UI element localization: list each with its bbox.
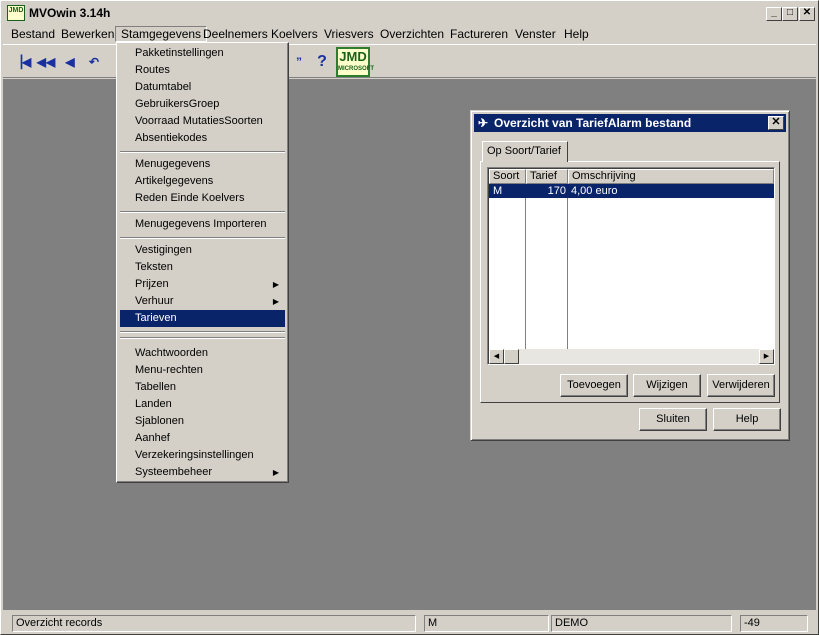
menu-separator [120,237,285,239]
delete-button[interactable]: Verwijderen [707,374,775,397]
menu-item-prijzen-label: Prijzen [135,278,169,290]
quote-icon[interactable]: ” [288,51,310,73]
menu-item-prijzen[interactable]: Prijzen ▶ [120,276,285,293]
first-record-icon[interactable]: ▕◀ [11,51,33,73]
menu-item-reden-einde-koelvers[interactable]: Reden Einde Koelvers [120,190,285,207]
jmd-logo[interactable]: JMD MICROSOFT [336,47,374,77]
fast-back-icon[interactable]: ◀◀ [35,51,57,73]
app-window: JMD MVOwin 3.14h _ □ ✕ Bestand Bewerken … [0,0,819,635]
table-row[interactable]: M 170 4,00 euro [489,184,774,198]
menu-item-pakketinstellingen[interactable]: Pakketinstellingen [120,45,285,62]
jmd-logo-text: JMD [339,49,367,64]
menu-item-landen[interactable]: Landen [120,396,285,413]
menu-item-menugegevens-importeren[interactable]: Menugegevens Importeren [120,216,285,233]
title-bar: JMD MVOwin 3.14h _ □ ✕ [3,3,816,23]
menu-bar: Bestand Bewerken Stamgegevens Deelnemers… [3,24,816,43]
column-divider [525,198,526,350]
menu-koelvers[interactable]: Koelvers [265,26,324,42]
app-icon-text: JMD [8,7,24,14]
tariefalarm-dialog: ✈ Overzicht van TariefAlarm bestand ✕ Op… [470,110,790,441]
horizontal-scrollbar[interactable]: ◀ ▶ [489,349,774,364]
status-pane-database: DEMO [551,615,732,632]
scroll-right-icon[interactable]: ▶ [759,349,774,364]
stamgegevens-dropdown: Pakketinstellingen Routes Datumtabel Geb… [116,42,289,483]
undo-icon[interactable]: ↶ [83,51,105,73]
maximize-button[interactable]: □ [782,7,798,21]
status-pane-mode: M [424,615,549,632]
dialog-close-icon[interactable]: ✕ [768,116,784,130]
edit-button[interactable]: Wijzigen [633,374,701,397]
menu-item-verhuur-label: Verhuur [135,295,174,307]
tab-panel: Soort Tarief Omschrijving M 170 4,00 eur… [480,161,780,403]
menu-item-menugegevens[interactable]: Menugegevens [120,156,285,173]
menu-separator [120,331,285,333]
jmd-logo-subtext: MICROSOFT [338,66,374,72]
status-message: Overzicht records [12,615,416,632]
menu-venster[interactable]: Venster [509,26,562,42]
menu-item-wachtwoorden[interactable]: Wachtwoorden [120,345,285,362]
menu-item-artikelgegevens[interactable]: Artikelgegevens [120,173,285,190]
menu-item-verhuur[interactable]: Verhuur ▶ [120,293,285,310]
submenu-arrow-icon: ▶ [272,468,279,477]
add-button[interactable]: Toevoegen [560,374,628,397]
menu-item-verzekeringsinstellingen[interactable]: Verzekeringsinstellingen [120,447,285,464]
menu-bewerken[interactable]: Bewerken [55,26,120,42]
menu-separator [120,151,285,153]
scroll-left-icon[interactable]: ◀ [489,349,504,364]
menu-item-vestigingen[interactable]: Vestigingen [120,242,285,259]
menu-item-gebruikersgroep[interactable]: GebruikersGroep [120,96,285,113]
close-button[interactable]: ✕ [799,7,815,21]
cell-tarief: 170 [547,185,566,197]
menu-help[interactable]: Help [558,26,595,42]
menu-stamgegevens[interactable]: Stamgegevens [115,26,208,42]
scroll-thumb[interactable] [504,349,519,364]
dialog-runner-icon: ✈ [478,116,489,130]
menu-item-aanhef[interactable]: Aanhef [120,430,285,447]
column-divider [567,198,568,350]
help-icon[interactable]: ? [311,51,333,73]
menu-separator [120,211,285,213]
menu-deelnemers[interactable]: Deelnemers [197,26,274,42]
app-logo-icon: JMD [7,5,25,21]
minimize-button[interactable]: _ [766,7,782,21]
submenu-arrow-icon: ▶ [272,297,279,306]
menu-item-sjablonen[interactable]: Sjablonen [120,413,285,430]
menu-item-routes[interactable]: Routes [120,62,285,79]
menu-item-datumtabel[interactable]: Datumtabel [120,79,285,96]
cell-soort: M [493,185,503,197]
menu-separator [120,337,285,339]
app-title: MVOwin 3.14h [29,6,111,20]
menu-item-systeembeheer[interactable]: Systeembeheer ▶ [120,464,285,481]
column-header-tarief[interactable]: Tarief [526,169,568,184]
menu-factureren[interactable]: Factureren [444,26,514,42]
menu-bestand[interactable]: Bestand [5,26,61,42]
status-bar: Overzicht records M DEMO -49 [3,613,816,633]
menu-item-systeembeheer-label: Systeembeheer [135,466,213,478]
status-pane-value: -49 [740,615,808,632]
menu-overzichten[interactable]: Overzichten [374,26,450,42]
records-grid[interactable]: Soort Tarief Omschrijving M 170 4,00 eur… [487,167,775,365]
menu-vriesvers[interactable]: Vriesvers [318,26,380,42]
menu-item-voorraad-mutatiessoorten[interactable]: Voorraad MutatiesSoorten [120,113,285,130]
column-header-soort[interactable]: Soort [489,169,526,184]
submenu-arrow-icon: ▶ [272,280,279,289]
dialog-title: Overzicht van TariefAlarm bestand [494,116,692,130]
menu-item-tabellen[interactable]: Tabellen [120,379,285,396]
menu-item-tarieven[interactable]: Tarieven [120,310,285,327]
close-dialog-button[interactable]: Sluiten [639,408,707,431]
cell-omschrijving: 4,00 euro [571,185,618,197]
dialog-title-bar: ✈ Overzicht van TariefAlarm bestand ✕ [474,114,786,132]
column-header-omschrijving[interactable]: Omschrijving [568,169,774,184]
menu-item-absentiekodes[interactable]: Absentiekodes [120,130,285,147]
previous-icon[interactable]: ◀ [59,51,81,73]
menu-item-menu-rechten[interactable]: Menu-rechten [120,362,285,379]
tab-op-soort-tarief[interactable]: Op Soort/Tarief [482,141,568,162]
menu-item-teksten[interactable]: Teksten [120,259,285,276]
help-button[interactable]: Help [713,408,781,431]
